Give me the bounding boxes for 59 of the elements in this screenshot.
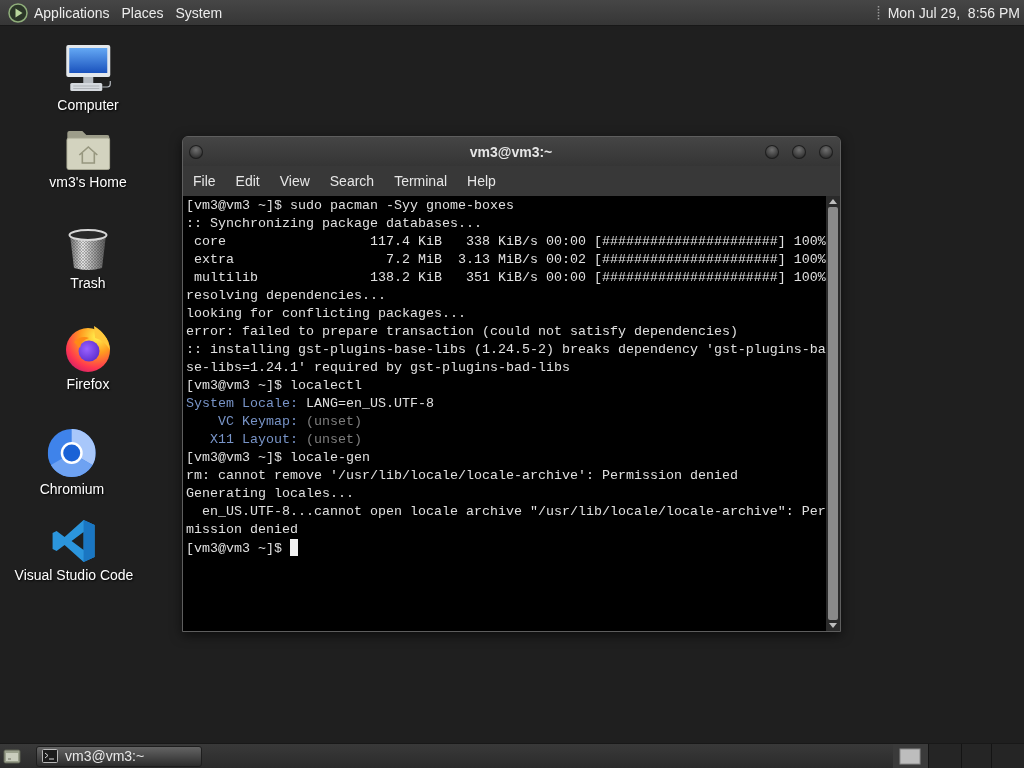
terminal-line: mission denied	[186, 522, 298, 537]
terminal-line: Generating locales...	[186, 486, 354, 501]
panel-menu[interactable]: Applications	[28, 2, 116, 23]
firefox-logo-icon	[65, 326, 111, 372]
window-button-icon[interactable]	[792, 144, 806, 159]
field-label: X11 Layout:	[210, 432, 298, 447]
chromium-logo-icon	[48, 429, 96, 477]
field-value: LANG=en_US.UTF-8	[305, 396, 434, 411]
terminal-line: [vm3@vm3 ~]$ localectl	[186, 378, 362, 393]
panel-handle-icon	[876, 4, 880, 21]
trash-can-icon	[68, 229, 108, 271]
terminal-line: [vm3@vm3 ~]$ locale-gen	[186, 450, 370, 465]
desktop-shortcut[interactable]: Trash	[68, 225, 108, 291]
menu-item[interactable]: File	[183, 170, 226, 192]
field-label: VC Keymap:	[218, 414, 298, 429]
vscode-logo-icon	[52, 519, 96, 563]
home-folder-icon	[66, 130, 110, 170]
terminal-line: :: installing gst-plugins-base-libs (1.24.5-2) breaks dependency 'gst-plugins-ba	[186, 342, 826, 357]
computer-monitor-icon	[64, 45, 112, 93]
clock[interactable]: Mon Jul 29, 8:56 PM	[887, 4, 1020, 21]
workspace-switcher[interactable]	[893, 744, 1024, 768]
terminal-line: multilib 138.2 KiB 351 KiB/s 00:00 [######################] 100%	[194, 270, 826, 285]
desktop-tile-icon[interactable]	[3, 747, 21, 765]
taskbar-button[interactable]: vm3@vm3:~	[36, 745, 202, 767]
desktop-shortcut[interactable]: Firefox	[65, 325, 111, 392]
terminal-line: rm: cannot remove '/usr/lib/locale/locale-archive': Permission denied	[186, 468, 738, 483]
terminal-prompt: [vm3@vm3 ~]$	[186, 541, 282, 556]
panel-menu[interactable]: Places	[115, 2, 170, 23]
window-button-icon[interactable]	[819, 144, 833, 159]
window-title: vm3@vm3:~	[469, 143, 553, 160]
desktop-shortcut[interactable]: vm3's Home	[49, 125, 127, 190]
terminal-line: resolving dependencies...	[186, 288, 386, 303]
terminal-line: se-libs=1.24.1' required by gst-plugins-bad-libs	[186, 360, 570, 375]
terminal-line: [vm3@vm3 ~]$ sudo pacman -Syy gnome-boxes	[186, 198, 514, 213]
terminal-line: looking for conflicting packages...	[186, 306, 466, 321]
window-menu-icon[interactable]	[189, 144, 203, 159]
play-circle-icon[interactable]	[8, 2, 28, 23]
terminal-line: error: failed to prepare transaction (could not satisfy dependencies)	[186, 324, 738, 339]
desktop-shortcut[interactable]: Chromium	[39, 429, 105, 497]
field-value: (unset)	[305, 414, 362, 429]
scroll-up-arrow-icon[interactable]	[829, 199, 837, 204]
panel-menu[interactable]: System	[169, 2, 229, 23]
terminal-line: core 117.4 KiB 338 KiB/s 00:00 [######################] 100%	[194, 234, 826, 249]
menu-item[interactable]: Terminal	[384, 170, 458, 192]
field-label: System Locale:	[186, 396, 298, 411]
desktop-shortcut[interactable]: Visual Studio Code	[14, 517, 134, 583]
terminal-icon	[42, 749, 58, 763]
menu-item[interactable]: View	[269, 170, 320, 192]
menu-item[interactable]: Help	[457, 170, 506, 192]
terminal-line: :: Synchronizing package databases...	[186, 216, 482, 231]
window-button-icon[interactable]	[765, 144, 779, 159]
menu-item[interactable]: Search	[319, 170, 385, 192]
menu-item[interactable]: Edit	[225, 170, 270, 192]
scrollbar[interactable]	[826, 196, 840, 631]
scroll-down-arrow-icon[interactable]	[829, 623, 837, 628]
terminal-line: en_US.UTF-8...cannot open locale archive "/usr/lib/locale/locale-archive": Per	[202, 504, 826, 519]
terminal-line: extra 7.2 MiB 3.13 MiB/s 00:02 [######################] 100%	[194, 252, 826, 267]
field-value: (unset)	[305, 432, 362, 447]
desktop-shortcut[interactable]: Computer	[57, 45, 119, 113]
